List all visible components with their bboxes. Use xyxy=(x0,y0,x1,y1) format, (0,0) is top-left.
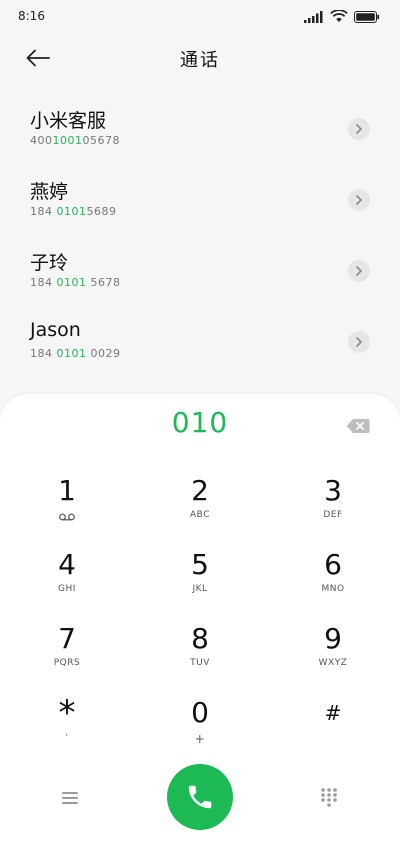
battery-icon xyxy=(354,10,380,23)
key-7[interactable]: 7 PQRS xyxy=(7,624,127,694)
status-time: 8:16 xyxy=(18,9,45,23)
number-part: 184 xyxy=(30,347,57,360)
key-digit: 8 xyxy=(191,622,209,655)
key-5[interactable]: 5 JKL xyxy=(140,550,260,620)
contact-number: 184 0101 5678 xyxy=(30,276,121,289)
number-part: 184 xyxy=(30,276,57,289)
number-match: 1001 xyxy=(52,134,83,147)
key-digit: 3 xyxy=(324,474,342,507)
contact-number: 184 01015689 xyxy=(30,205,117,218)
key-star[interactable]: * , xyxy=(7,693,127,768)
contact-row[interactable]: Jason 184 0101 0029 xyxy=(0,311,400,382)
contact-row[interactable]: 子玲 184 0101 5678 xyxy=(0,240,400,311)
contact-row[interactable]: 燕婷 184 01015689 xyxy=(0,169,400,240)
wifi-icon xyxy=(330,10,348,22)
key-digit: 4 xyxy=(58,548,76,581)
dialpad-toggle-button[interactable] xyxy=(318,786,340,808)
key-digit: 5 xyxy=(191,548,209,581)
contact-name: 子玲 xyxy=(30,252,69,274)
key-3[interactable]: 3 DEF xyxy=(273,476,393,546)
number-part: 5689 xyxy=(86,205,117,218)
key-digit: * xyxy=(58,693,76,733)
contact-name: 小米客服 xyxy=(30,110,107,132)
key-letters: + xyxy=(194,732,206,746)
contact-detail-button[interactable] xyxy=(348,260,370,282)
key-8[interactable]: 8 TUV xyxy=(140,624,260,694)
backspace-icon xyxy=(346,419,370,433)
contact-list: 小米客服 400100105678 燕婷 184 01015689 子玲 184… xyxy=(0,98,400,382)
menu-button[interactable] xyxy=(58,788,82,808)
chevron-right-icon xyxy=(356,195,363,205)
status-icons xyxy=(304,10,380,23)
call-button[interactable] xyxy=(167,764,233,830)
key-letters: ABC xyxy=(190,510,210,520)
number-match: 0101 xyxy=(56,205,87,218)
key-letters: , xyxy=(65,728,69,738)
chevron-right-icon xyxy=(356,266,363,276)
number-part: 0567 xyxy=(82,134,113,147)
key-letters: GHI xyxy=(58,584,76,594)
key-digit: 0 xyxy=(191,696,209,729)
page-title: 通话 xyxy=(180,50,220,71)
chevron-right-icon xyxy=(356,337,363,347)
key-letters: MNO xyxy=(321,584,345,594)
key-letters: JKL xyxy=(192,584,208,594)
header: 通话 xyxy=(0,34,400,82)
contact-detail-button[interactable] xyxy=(348,189,370,211)
contact-name: 燕婷 xyxy=(30,181,69,203)
key-1[interactable]: 1 xyxy=(7,476,127,546)
key-digit: 7 xyxy=(58,622,76,655)
number-part: 5678 xyxy=(86,276,121,289)
key-9[interactable]: 9 WXYZ xyxy=(273,624,393,694)
key-digit: 2 xyxy=(191,474,209,507)
key-digit: 1 xyxy=(58,474,76,507)
number-part: 0029 xyxy=(86,347,121,360)
backspace-button[interactable] xyxy=(346,418,370,434)
contact-row[interactable]: 小米客服 400100105678 xyxy=(0,98,400,169)
menu-icon xyxy=(62,792,78,804)
phone-icon xyxy=(188,785,212,809)
key-digit: 6 xyxy=(324,548,342,581)
contact-number: 184 0101 0029 xyxy=(30,347,121,360)
dialed-number[interactable]: 010 xyxy=(0,406,400,439)
key-digit: 9 xyxy=(324,622,342,655)
key-digit: # xyxy=(324,701,342,725)
chevron-right-icon xyxy=(356,124,363,134)
key-letters: DEF xyxy=(323,510,343,520)
number-match: 0101 xyxy=(56,276,87,289)
key-4[interactable]: 4 GHI xyxy=(7,550,127,620)
number-match: 0101 xyxy=(56,347,87,360)
key-letters: PQRS xyxy=(53,658,81,668)
contact-name: Jason xyxy=(30,319,81,341)
status-bar: 8:16 xyxy=(0,0,400,34)
bottom-bar xyxy=(0,764,400,836)
key-2[interactable]: 2 ABC xyxy=(140,476,260,546)
number-part: 8 xyxy=(112,134,120,147)
contact-number: 400100105678 xyxy=(30,134,120,147)
voicemail-icon xyxy=(59,513,75,521)
number-part: 400 xyxy=(30,134,53,147)
signal-icon xyxy=(304,10,323,23)
contact-detail-button[interactable] xyxy=(348,331,370,353)
contact-detail-button[interactable] xyxy=(348,118,370,140)
dialpad-icon xyxy=(321,788,337,807)
key-letters: TUV xyxy=(190,658,210,668)
key-hash[interactable]: # xyxy=(273,698,393,768)
key-letters: WXYZ xyxy=(318,658,348,668)
number-part: 184 xyxy=(30,205,57,218)
key-6[interactable]: 6 MNO xyxy=(273,550,393,620)
key-0[interactable]: 0 + xyxy=(140,698,260,768)
